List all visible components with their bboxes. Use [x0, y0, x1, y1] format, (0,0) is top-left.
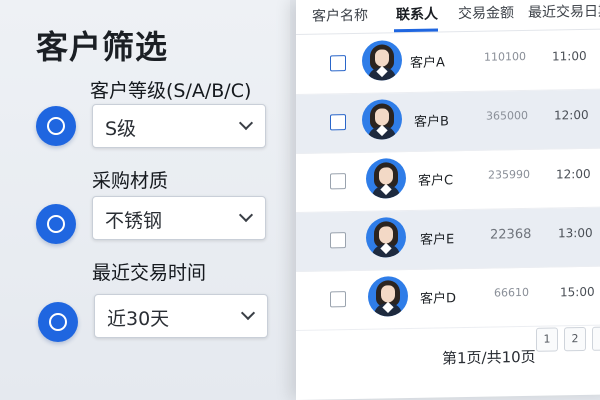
select-value: 近30天	[107, 308, 170, 330]
trade-amount: 365000	[486, 108, 528, 123]
select-customer-level[interactable]: S级	[92, 104, 266, 148]
avatar	[362, 99, 402, 140]
table-row[interactable]: 客户A 110100 11:00	[296, 30, 600, 95]
table-header: 客户名称 联系人 交易金额 最近交易日期	[296, 0, 600, 35]
page-button-1[interactable]: 1	[536, 327, 558, 352]
row-checkbox[interactable]	[330, 291, 346, 308]
field-label-last-trade-time: 最近交易时间	[92, 262, 207, 284]
page-button-3[interactable]: 3	[592, 326, 600, 351]
table-row[interactable]: 客户C 235990 12:00	[296, 148, 600, 213]
filter-title: 客户筛选	[36, 28, 169, 66]
customer-name: 客户C	[418, 173, 454, 189]
last-trade-date: 11:00	[552, 48, 587, 64]
chevron-down-icon	[238, 115, 254, 131]
filter-panel: 客户筛选 客户等级(S/A/B/C) S级 采购材质 不锈钢 最近交易时间 近3…	[0, 0, 290, 400]
select-value: S级	[105, 118, 137, 140]
customer-name: 客户D	[420, 291, 457, 307]
avatar	[362, 40, 402, 81]
field-label-customer-level: 客户等级(S/A/B/C)	[90, 80, 252, 102]
trade-amount: 110100	[484, 49, 526, 64]
filter-row-last-trade-time: 最近交易时间 近30天	[0, 254, 290, 354]
table-row[interactable]: 客户D 66610 15:00	[296, 266, 600, 331]
active-tab-indicator	[394, 28, 438, 33]
chevron-down-icon	[238, 207, 254, 223]
last-trade-date: 12:00	[554, 107, 589, 123]
radio-button-material[interactable]	[36, 204, 76, 244]
field-label-material: 采购材质	[92, 170, 169, 192]
avatar	[366, 217, 406, 258]
customer-name: 客户A	[410, 55, 445, 72]
column-header-trade-amount[interactable]: 交易金额	[458, 2, 514, 23]
pagination-status: 第1页/共10页	[442, 347, 536, 368]
trade-amount: 235990	[488, 167, 530, 182]
row-checkbox[interactable]	[330, 173, 346, 190]
last-trade-date: 15:00	[560, 284, 595, 300]
last-trade-date: 12:00	[556, 166, 591, 182]
radio-button-customer-level[interactable]	[36, 106, 76, 146]
filter-row-material: 采购材质 不锈钢	[0, 160, 290, 260]
select-material[interactable]: 不锈钢	[92, 196, 266, 240]
table-row[interactable]: 客户E 22368 13:00	[296, 207, 600, 272]
avatar	[366, 158, 406, 199]
trade-amount: 66610	[494, 285, 529, 300]
customer-name: 客户E	[420, 232, 455, 248]
radio-button-last-trade-time[interactable]	[38, 302, 78, 342]
column-header-contact[interactable]: 联系人	[396, 4, 438, 25]
page-button-2[interactable]: 2	[564, 326, 586, 352]
row-checkbox[interactable]	[330, 114, 346, 131]
avatar	[368, 276, 408, 317]
filter-row-customer-level: 客户等级(S/A/B/C) S级	[0, 70, 290, 170]
column-header-last-trade-date[interactable]: 最近交易日期	[528, 0, 600, 21]
chevron-down-icon	[240, 305, 256, 321]
select-last-trade-time[interactable]: 近30天	[94, 294, 268, 338]
customer-table: 客户名称 联系人 交易金额 最近交易日期 客户A 110100 11:00 客户…	[296, 0, 600, 400]
row-checkbox[interactable]	[330, 55, 346, 72]
table-row[interactable]: 客户B 365000 12:00	[296, 89, 600, 154]
select-value: 不锈钢	[105, 210, 163, 232]
column-header-customer-name[interactable]: 客户名称	[312, 5, 368, 26]
customer-name: 客户B	[414, 114, 449, 130]
trade-amount: 22368	[490, 226, 532, 243]
row-checkbox[interactable]	[330, 232, 346, 249]
last-trade-date: 13:00	[558, 225, 593, 241]
